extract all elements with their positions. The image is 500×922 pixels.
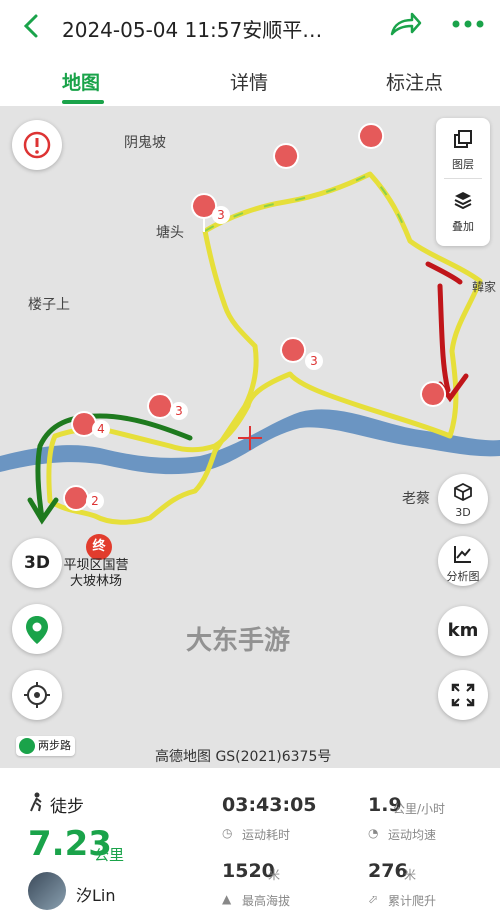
hiking-icon	[30, 792, 42, 812]
avatar[interactable]	[28, 872, 66, 910]
crosshair-icon	[24, 682, 50, 708]
poi-label-line1: 平坝区国营	[63, 558, 129, 573]
3d-button[interactable]: 3D	[438, 474, 488, 524]
alert-button[interactable]	[12, 120, 62, 170]
more-dots-icon[interactable]	[450, 14, 486, 34]
marker-count: 3	[212, 206, 230, 224]
place-label: 楼子上	[28, 297, 70, 313]
location-pin-icon	[26, 616, 48, 644]
tab-details[interactable]: 详情	[230, 68, 268, 95]
3d-label: 3D	[24, 553, 50, 573]
map-view[interactable]: 阴鬼坡 塘头 楼子上 老蔡 韓家 3 3 3 4 2 终 平坝区国营 大坡林场 …	[0, 106, 500, 768]
photo-marker	[273, 143, 300, 169]
active-tab-indicator	[62, 100, 104, 104]
3d-button-label: 3D	[455, 506, 471, 519]
share-arrow-icon[interactable]	[388, 10, 422, 40]
marker-count: 3	[170, 402, 188, 420]
overlay-icon[interactable]	[453, 190, 473, 210]
max-altitude-value: 1520	[222, 860, 275, 882]
footprint-button[interactable]	[12, 604, 62, 654]
timer-icon: ◷	[222, 826, 233, 840]
km-label: km	[447, 620, 479, 641]
moving-time-label: 运动耗时	[242, 828, 291, 842]
3d-left-button[interactable]: 3D	[12, 538, 62, 588]
map-attribution: 高德地图 GS(2021)6375号	[155, 749, 332, 765]
distance-unit: 公里	[94, 846, 125, 864]
watermark: 大东手游	[186, 626, 291, 656]
analysis-button-label: 分析图	[446, 570, 480, 583]
overlay-label[interactable]: 叠加	[436, 218, 490, 234]
mountain-icon: ▲	[222, 892, 232, 906]
marker-count: 4	[92, 420, 110, 438]
analysis-button[interactable]: 分析图	[438, 536, 488, 586]
layers-icon[interactable]	[453, 130, 473, 150]
map-graphics	[0, 123, 500, 525]
avg-speed-unit: 公里/小时	[393, 802, 446, 816]
place-label: 阴鬼坡	[124, 135, 166, 151]
chevron-left-icon[interactable]	[18, 12, 46, 40]
divider	[444, 178, 482, 179]
moving-time-value: 03:43:05	[222, 794, 317, 816]
climb-icon: ⬀	[368, 892, 379, 906]
photo-marker	[420, 381, 447, 407]
two-step-road-badge: 两步路	[16, 736, 75, 756]
units-button[interactable]: km	[438, 606, 488, 656]
avg-speed-label: 运动均速	[388, 828, 437, 842]
activity-type: 徒步	[50, 797, 84, 817]
alert-icon	[23, 131, 51, 159]
poi-label: 平坝区国营 大坡林场	[48, 558, 144, 590]
top-bar: 2024-05-04 11:57安顺平…	[0, 0, 500, 52]
place-label: 韓家	[472, 280, 497, 294]
layers-panel: 图层 叠加	[436, 118, 490, 246]
cube-icon	[454, 482, 472, 502]
max-altitude-label: 最高海拔	[242, 894, 291, 908]
place-label: 塘头	[156, 225, 184, 241]
red-annotation	[425, 261, 469, 403]
line-chart-icon	[454, 546, 471, 563]
place-label: 老蔡	[402, 491, 430, 507]
tab-markers[interactable]: 标注点	[386, 68, 443, 95]
two-step-logo-icon	[19, 738, 35, 754]
tab-map[interactable]: 地图	[62, 68, 100, 95]
route-line	[46, 171, 483, 525]
speed-icon: ◔	[368, 826, 379, 840]
layers-label[interactable]: 图层	[436, 156, 490, 172]
marker-count: 3	[305, 352, 323, 370]
expand-icon	[451, 683, 475, 707]
climb-value: 276	[368, 860, 408, 882]
photo-marker	[147, 393, 174, 419]
username[interactable]: 汐Lin	[76, 882, 116, 906]
page-title: 2024-05-04 11:57安顺平…	[62, 18, 323, 42]
tab-bar: 地图 详情 标注点	[0, 56, 500, 106]
photo-marker	[280, 337, 307, 363]
climb-label: 累计爬升	[388, 894, 437, 908]
poi-label-line2: 大坡林场	[69, 574, 122, 589]
photo-marker	[358, 123, 385, 149]
photo-marker	[63, 485, 90, 511]
climb-unit: 米	[404, 868, 417, 882]
two-step-label: 两步路	[38, 739, 71, 752]
locate-button[interactable]	[12, 670, 62, 720]
end-point-badge: 终	[86, 534, 112, 560]
marker-count: 2	[86, 492, 104, 510]
stats-panel: 徒步 7.23 公里 03:43:05 ◷ 运动耗时 1.9 公里/小时 ◔ 运…	[0, 768, 500, 922]
fullscreen-button[interactable]	[438, 670, 488, 720]
max-altitude-unit: 米	[268, 868, 281, 882]
